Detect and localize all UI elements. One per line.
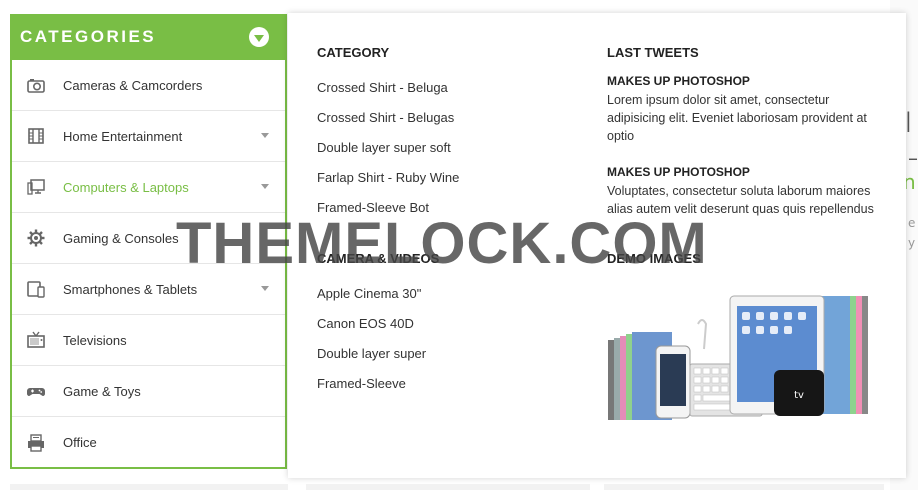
camera-videos-link[interactable]: Double layer super xyxy=(317,346,426,361)
background-strip xyxy=(604,484,884,490)
category-section-title: CATEGORY xyxy=(317,45,390,60)
demo-devices-image[interactable]: tv xyxy=(606,294,870,426)
sidebar-item-label: Office xyxy=(63,435,97,450)
sidebar-item-label: Cameras & Camcorders xyxy=(63,77,203,93)
background-glyph: – xyxy=(908,146,918,170)
apple-tv-label: tv xyxy=(794,390,804,401)
film-icon xyxy=(26,126,46,146)
category-link[interactable]: Crossed Shirt - Belugas xyxy=(317,110,454,125)
sidebar-item-label: Game & Toys xyxy=(63,383,141,399)
tablet-icon xyxy=(26,279,46,299)
sidebar-item-computers[interactable]: Computers & Laptops xyxy=(12,162,285,213)
sidebar-item-label: Computers & Laptops xyxy=(63,179,189,195)
watermark: THEMELOCK.COM xyxy=(176,211,708,276)
sidebar-item-office[interactable]: Office xyxy=(12,417,285,468)
sidebar-item-label: Televisions xyxy=(63,332,127,348)
camera-videos-link[interactable]: Apple Cinema 30" xyxy=(317,286,421,301)
tweet-title[interactable]: MAKES UP PHOTOSHOP xyxy=(607,74,750,88)
sidebar-item-home-entertainment[interactable]: Home Entertainment xyxy=(12,111,285,162)
chevron-down-icon[interactable] xyxy=(261,184,269,189)
sidebar-item-televisions[interactable]: Televisions xyxy=(12,315,285,366)
gamepad-icon xyxy=(26,381,46,401)
background-glyph: y xyxy=(908,236,916,250)
categories-title: CATEGORIES xyxy=(20,27,157,46)
chevron-down-icon xyxy=(254,34,264,42)
category-link[interactable]: Farlap Shirt - Ruby Wine xyxy=(317,170,459,185)
background-strip xyxy=(306,484,590,490)
chevron-down-icon[interactable] xyxy=(261,286,269,291)
category-link[interactable]: Crossed Shirt - Beluga xyxy=(317,80,448,95)
sidebar-item-label: Home Entertainment xyxy=(63,128,183,144)
sidebar-item-cameras[interactable]: Cameras & Camcorders xyxy=(12,60,285,111)
sidebar-item-label: Gaming & Consoles xyxy=(63,230,179,246)
background-strip xyxy=(10,484,288,490)
category-link[interactable]: Double layer super soft xyxy=(317,140,451,155)
gear-icon xyxy=(26,228,46,248)
printer-icon xyxy=(26,433,46,453)
camera-videos-link[interactable]: Canon EOS 40D xyxy=(317,316,414,331)
sidebar-item-label: Smartphones & Tablets xyxy=(63,281,198,297)
tweet-body: Lorem ipsum dolor sit amet, consectetur … xyxy=(607,93,867,143)
categories-toggle-button[interactable] xyxy=(249,27,269,47)
categories-header[interactable]: CATEGORIES xyxy=(10,14,287,60)
tweet-title[interactable]: MAKES UP PHOTOSHOP xyxy=(607,165,750,179)
chevron-down-icon[interactable] xyxy=(261,133,269,138)
camera-icon xyxy=(26,75,46,95)
background-glyph: | xyxy=(905,108,912,132)
tv-icon xyxy=(26,330,46,350)
last-tweets-section-title: LAST TWEETS xyxy=(607,45,699,60)
sidebar-item-game-toys[interactable]: Game & Toys xyxy=(12,366,285,417)
computer-icon xyxy=(26,177,46,197)
background-glyph: e xyxy=(908,216,916,230)
camera-videos-link[interactable]: Framed-Sleeve xyxy=(317,376,406,391)
